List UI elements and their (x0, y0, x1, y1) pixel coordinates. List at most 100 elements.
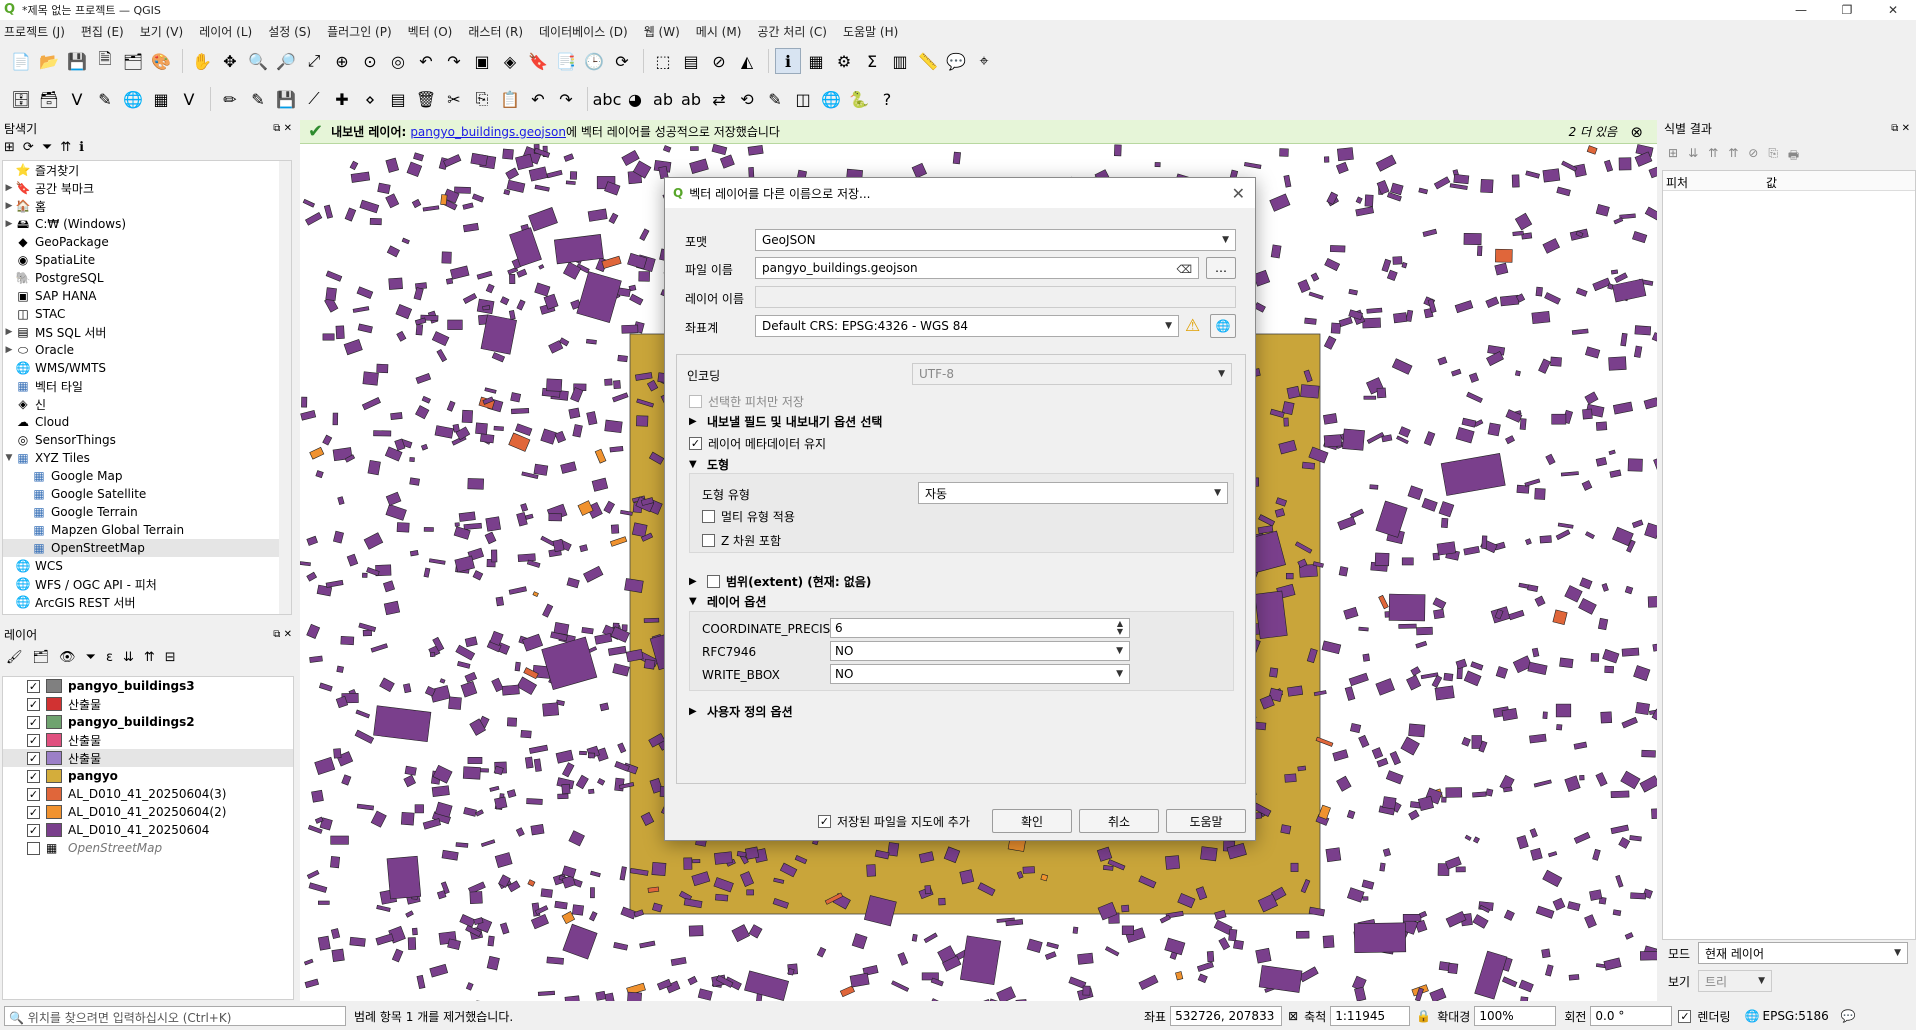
remove-layer-icon[interactable]: ⊟ (165, 650, 176, 665)
menu-item[interactable]: 편집 (E) (81, 23, 124, 40)
expand-arrow-icon[interactable]: ▶ (3, 327, 15, 337)
info-icon[interactable]: ℹ (79, 140, 84, 155)
encoding-select[interactable]: UTF-8 ▼ (912, 363, 1232, 385)
delete-selected-icon[interactable]: 🗑 (413, 86, 439, 112)
select-by-expression-icon[interactable]: ◭ (734, 48, 760, 74)
digitize-icon[interactable]: ⟋ (301, 86, 327, 112)
collapse-all-icon[interactable]: ⇈ (60, 140, 71, 155)
geomtype-select[interactable]: 자동 ▼ (918, 482, 1228, 504)
filter-legend-icon[interactable]: ⏷ (86, 650, 96, 665)
browser-item[interactable]: ▶ 🏠 홈 (3, 197, 291, 215)
open-project-icon[interactable]: 📂 (36, 48, 62, 74)
new-map-view-icon[interactable]: ▣ (469, 48, 495, 74)
layer-symbol-swatch[interactable] (46, 697, 62, 711)
layer-item[interactable]: ✓ pangyo_buildings2 (3, 713, 293, 731)
browser-item[interactable]: ▶ ⬭ Oracle (3, 341, 291, 359)
layer-visibility-checkbox[interactable]: ✓ (27, 805, 40, 819)
browser-item[interactable]: ◈ 신 (3, 395, 291, 413)
spin-arrows-icon[interactable]: ▲ ▼ (1117, 620, 1123, 636)
format-select[interactable]: GeoJSON ▼ (755, 229, 1236, 251)
browser-item[interactable]: 🌐 WFS / OGC API - 피처 (3, 575, 291, 593)
browser-item[interactable]: 🌐 WMS/WMTS (3, 359, 291, 377)
extent-checkbox[interactable] (707, 575, 720, 588)
help-icon[interactable]: ? (874, 86, 900, 112)
expand-arrow-icon[interactable]: ▶ (3, 219, 15, 229)
layer-symbol-swatch[interactable] (46, 715, 62, 729)
browser-item[interactable]: ◫ STAC (3, 305, 291, 323)
select-features-icon[interactable]: ⬚ (650, 48, 676, 74)
magnifier-field[interactable]: 100% (1474, 1006, 1557, 1026)
zoom-last-icon[interactable]: ↶ (413, 48, 439, 74)
add-xyz-icon[interactable]: ▦ (148, 86, 174, 112)
messages-icon[interactable]: 💬 (1841, 1009, 1856, 1023)
selected-only-row[interactable]: 선택한 피처만 저장 (689, 393, 804, 410)
keep-metadata-row[interactable]: ✓ 레이어 메타데이터 유지 (689, 435, 826, 452)
coordinate-field[interactable]: 532726, 207833 (1170, 1006, 1283, 1026)
add-feature-icon[interactable]: ✚ (329, 86, 355, 112)
toggle-editing-icon[interactable]: ✎ (245, 86, 271, 112)
rotation-field[interactable]: 0.0 ° (1590, 1006, 1673, 1026)
undo-icon[interactable]: ↶ (525, 86, 551, 112)
browser-item[interactable]: ▦ OpenStreetMap (3, 539, 291, 557)
layer-visibility-checkbox[interactable]: ✓ (27, 751, 40, 765)
refresh-icon[interactable]: ⟳ (609, 48, 635, 74)
layer-visibility-checkbox[interactable]: ✓ (27, 697, 40, 711)
diagram-icon[interactable]: ◕ (622, 86, 648, 112)
menu-item[interactable]: 데이터베이스 (D) (539, 23, 628, 40)
add-group-icon[interactable]: 🗂 (33, 650, 50, 665)
layer-visibility-checkbox[interactable]: ✓ (27, 715, 40, 729)
browser-item[interactable]: ◆ GeoPackage (3, 233, 291, 251)
minimize-button[interactable]: — (1778, 0, 1824, 20)
options-scroll-area[interactable]: 인코딩 UTF-8 ▼ 선택한 피처만 저장 ▶ 내보낼 필드 및 내보내기 옵션 … (676, 354, 1246, 784)
vertex-tool-icon[interactable]: ⋄ (357, 86, 383, 112)
layer-item[interactable]: ▦ OpenStreetMap (3, 839, 293, 857)
expand-new-icon[interactable]: ⇊ (1688, 146, 1698, 167)
zoom-layer-icon[interactable]: ⊙ (357, 48, 383, 74)
browser-item[interactable]: ▣ SAP HANA (3, 287, 291, 305)
zoom-selection-icon[interactable]: ⊕ (329, 48, 355, 74)
zoom-in-icon[interactable]: 🔍 (245, 48, 271, 74)
layer-symbol-swatch[interactable] (46, 769, 62, 783)
crs-select[interactable]: Default CRS: EPSG:4326 - WGS 84 ▼ (755, 315, 1179, 337)
write-bbox-select[interactable]: NO ▼ (830, 664, 1130, 684)
coordinate-precision-spinbox[interactable]: 6 ▲ ▼ (830, 618, 1130, 638)
ok-button[interactable]: 확인 (992, 809, 1072, 833)
expand-arrow-icon[interactable]: ▶ (3, 345, 15, 355)
panel-close-icon[interactable]: ⧉ ✕ (273, 123, 292, 134)
panel-close-icon[interactable]: ⧉ ✕ (273, 629, 292, 640)
multi-checkbox[interactable] (702, 510, 715, 523)
layer-item[interactable]: ✓ pangyo (3, 767, 293, 785)
zoom-next-icon[interactable]: ↷ (441, 48, 467, 74)
view-select[interactable]: 트리 ▼ (1698, 970, 1772, 992)
clear-results-icon[interactable]: ⊘ (1748, 146, 1758, 167)
menu-item[interactable]: 래스터 (R) (468, 23, 523, 40)
message-more[interactable]: 2 더 있음 (1569, 123, 1617, 140)
geometry-group-header[interactable]: ▼ 도형 (689, 456, 729, 473)
new-bookmark-icon[interactable]: 🔖 (525, 48, 551, 74)
selected-only-checkbox[interactable] (689, 395, 702, 408)
data-source-manager-icon[interactable]: 🗄 (8, 86, 34, 112)
layer-item[interactable]: ✓ 산출물 (3, 749, 293, 767)
browser-item[interactable]: ▦ 벡터 타일 (3, 377, 291, 395)
layer-visibility-checkbox[interactable]: ✓ (27, 787, 40, 801)
layer-item[interactable]: ✓ AL_D010_41_20250604(2) (3, 803, 293, 821)
browser-item[interactable]: ▦ Google Map (3, 467, 291, 485)
menu-item[interactable]: 레이어 (L) (199, 23, 252, 40)
save-project-icon[interactable]: 💾 (64, 48, 90, 74)
menu-item[interactable]: 메시 (M) (696, 23, 742, 40)
menu-item[interactable]: 보기 (V) (140, 23, 183, 40)
measure-icon[interactable]: 📏 (915, 48, 941, 74)
style-manager-icon[interactable]: 🎨 (148, 48, 174, 74)
expand-arrow-icon[interactable]: ▼ (3, 453, 15, 463)
copy-feature-icon[interactable]: ⎘ (1768, 146, 1778, 167)
help-button[interactable]: 도움말 (1166, 809, 1246, 833)
layers-tree[interactable]: ✓ pangyo_buildings3 ✓ 산출물 ✓ pangyo_buildings2… (2, 676, 294, 1000)
layername-input[interactable] (755, 286, 1236, 308)
browser-tree[interactable]: ⭐ 즐겨찾기 ▶ 🔖 공간 북마크 ▶ 🏠 홈 ▶ 🖴 C:₩ (Windows) ◆ GeoPacka… (2, 160, 292, 615)
layout-manager-icon[interactable]: 🗂 (120, 48, 146, 74)
browse-file-button[interactable]: … (1206, 257, 1236, 279)
menu-item[interactable]: 도움말 (H) (843, 23, 898, 40)
browser-item[interactable]: 🌐 WCS (3, 557, 291, 575)
layer-symbol-swatch[interactable] (46, 805, 62, 819)
expand-tree-icon[interactable]: ⊞ (1668, 146, 1678, 167)
